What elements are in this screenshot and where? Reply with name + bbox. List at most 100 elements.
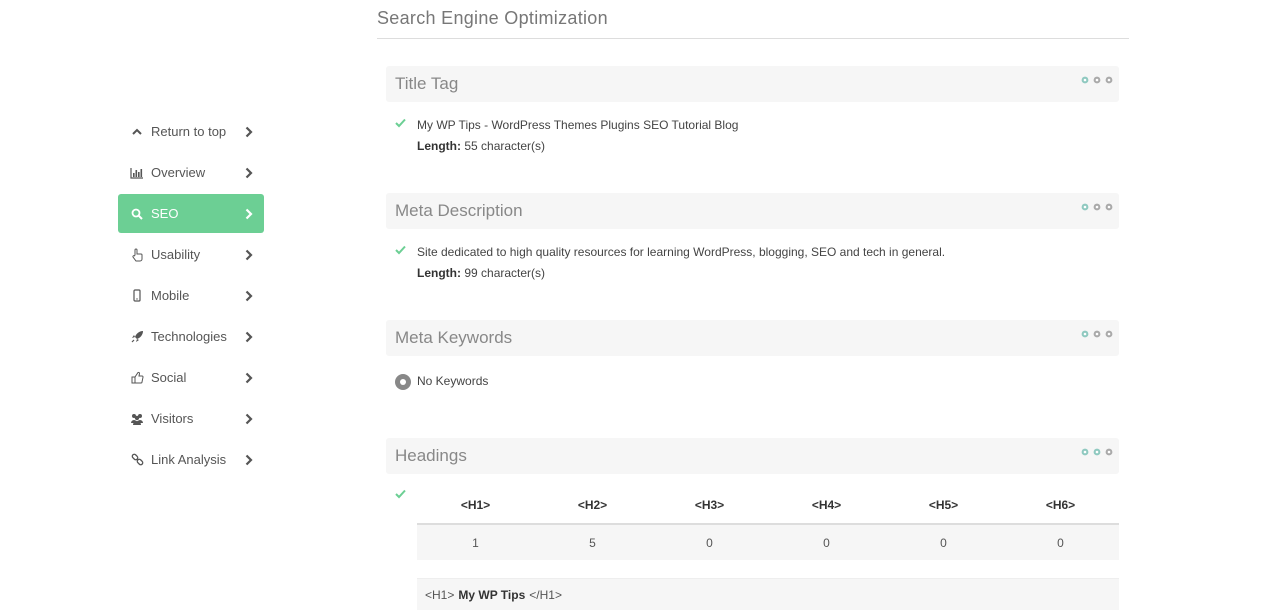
column-header: <H5>	[885, 486, 1002, 525]
title-tag-section: Title Tag My WP Tips - WordPress Themes …	[386, 66, 1119, 157]
chevron-right-icon	[244, 248, 254, 262]
table-cell: 0	[768, 524, 885, 560]
sidebar-item-overview[interactable]: Overview	[118, 153, 264, 192]
headings-section: Headings <H1> <H2> <H3> <H4> <H5> <H6> 1…	[386, 438, 1119, 610]
sidebar-nav: Return to top Overview SEO Usability Mob…	[118, 112, 264, 481]
gear-icon	[1093, 76, 1101, 84]
sidebar-item-technologies[interactable]: Technologies	[118, 317, 264, 356]
bar-chart-icon	[130, 166, 144, 180]
sidebar-item-label: Technologies	[151, 329, 227, 344]
column-header: <H2>	[534, 486, 651, 525]
rocket-icon	[130, 330, 144, 344]
status-dots	[1080, 329, 1114, 339]
sidebar-item-label: Overview	[151, 165, 206, 180]
chevron-right-icon	[244, 166, 254, 180]
column-header: <H3>	[651, 486, 768, 525]
sidebar-item-label: Social	[151, 370, 187, 385]
sidebar-item-label: Link Analysis	[151, 452, 227, 467]
neutral-status-icon	[395, 373, 411, 390]
thumbs-up-icon	[130, 371, 144, 385]
link-icon	[130, 453, 144, 467]
table-cell: 0	[651, 524, 768, 560]
sidebar-item-link-analysis[interactable]: Link Analysis	[118, 440, 264, 479]
column-header: <H1>	[417, 486, 534, 525]
status-dots	[1080, 447, 1114, 457]
gear-icon	[1105, 203, 1113, 211]
h1-open-tag: <H1>	[425, 587, 455, 602]
section-header: Meta Description	[386, 193, 1119, 229]
gear-icon	[1093, 203, 1101, 211]
gear-icon	[1105, 76, 1113, 84]
sidebar-item-label: Return to top	[151, 124, 227, 139]
table-cell: 0	[1002, 524, 1119, 560]
check-icon	[386, 242, 417, 258]
meta-description-section: Meta Description Site dedicated to high …	[386, 193, 1119, 284]
sidebar-item-mobile[interactable]: Mobile	[118, 276, 264, 315]
gear-icon	[1081, 330, 1089, 338]
main-content: Search Engine Optimization Title Tag My …	[377, 0, 1129, 610]
chevron-right-icon	[244, 371, 254, 385]
h1-close-tag: </H1>	[529, 587, 562, 602]
gear-icon	[1093, 448, 1101, 456]
title-tag-value: My WP Tips - WordPress Themes Plugins SE…	[417, 118, 739, 132]
check-icon	[386, 115, 417, 131]
section-title: Title Tag	[395, 74, 459, 93]
headings-table: <H1> <H2> <H3> <H4> <H5> <H6> 1 5 0 0 0	[417, 486, 1119, 560]
gear-icon	[1081, 203, 1089, 211]
table-header-row: <H1> <H2> <H3> <H4> <H5> <H6>	[417, 486, 1119, 525]
search-icon	[130, 207, 144, 221]
gear-icon	[1105, 448, 1113, 456]
headings-result: <H1> <H2> <H3> <H4> <H5> <H6> 1 5 0 0 0	[386, 486, 1119, 560]
section-title: Meta Description	[395, 201, 523, 220]
sidebar-item-visitors[interactable]: Visitors	[118, 399, 264, 438]
sidebar-item-label: Visitors	[151, 411, 194, 426]
chevron-right-icon	[244, 289, 254, 303]
meta-keywords-result: No Keywords	[386, 371, 1119, 392]
length-value: 55 character(s)	[464, 139, 546, 153]
chevron-right-icon	[244, 125, 254, 139]
chevron-right-icon	[244, 453, 254, 467]
section-header: Meta Keywords	[386, 320, 1119, 356]
table-cell: 0	[885, 524, 1002, 560]
length-info: Length: 99 character(s)	[417, 263, 945, 284]
page-title: Search Engine Optimization	[377, 0, 1129, 39]
chevron-right-icon	[244, 207, 254, 221]
length-value: 99 character(s)	[464, 266, 546, 280]
section-title: Headings	[395, 446, 467, 465]
h1-listing: <H1> My WP Tips </H1>	[417, 578, 1119, 610]
sidebar-item-return-to-top[interactable]: Return to top	[118, 112, 264, 151]
table-row: 1 5 0 0 0 0	[417, 524, 1119, 560]
sidebar-item-label: Usability	[151, 247, 201, 262]
section-title: Meta Keywords	[395, 328, 513, 347]
status-dots	[1080, 202, 1114, 212]
chevron-right-icon	[244, 412, 254, 426]
sidebar-item-label: Mobile	[151, 288, 190, 303]
title-tag-result: My WP Tips - WordPress Themes Plugins SE…	[386, 115, 1119, 157]
mobile-icon	[130, 289, 144, 303]
users-icon	[130, 412, 144, 426]
sidebar-item-seo[interactable]: SEO	[118, 194, 264, 233]
gear-icon	[1093, 330, 1101, 338]
sidebar-item-social[interactable]: Social	[118, 358, 264, 397]
meta-description-value: Site dedicated to high quality resources…	[417, 245, 946, 259]
chevron-up-icon	[130, 125, 144, 139]
length-label: Length:	[417, 266, 461, 280]
length-info: Length: 55 character(s)	[417, 136, 738, 157]
sidebar-item-label: SEO	[151, 206, 179, 221]
gear-icon	[1105, 330, 1113, 338]
meta-description-result: Site dedicated to high quality resources…	[386, 242, 1119, 284]
column-header: <H4>	[768, 486, 885, 525]
h1-text: My WP Tips	[458, 587, 526, 602]
section-header: Headings	[386, 438, 1119, 474]
hand-pointer-icon	[130, 248, 144, 262]
check-icon	[386, 486, 417, 502]
table-cell: 1	[417, 524, 534, 560]
status-dots	[1080, 75, 1114, 85]
column-header: <H6>	[1002, 486, 1119, 525]
length-label: Length:	[417, 139, 461, 153]
meta-keywords-value: No Keywords	[417, 374, 489, 388]
chevron-right-icon	[244, 330, 254, 344]
sidebar-item-usability[interactable]: Usability	[118, 235, 264, 274]
table-cell: 5	[534, 524, 651, 560]
section-header: Title Tag	[386, 66, 1119, 102]
